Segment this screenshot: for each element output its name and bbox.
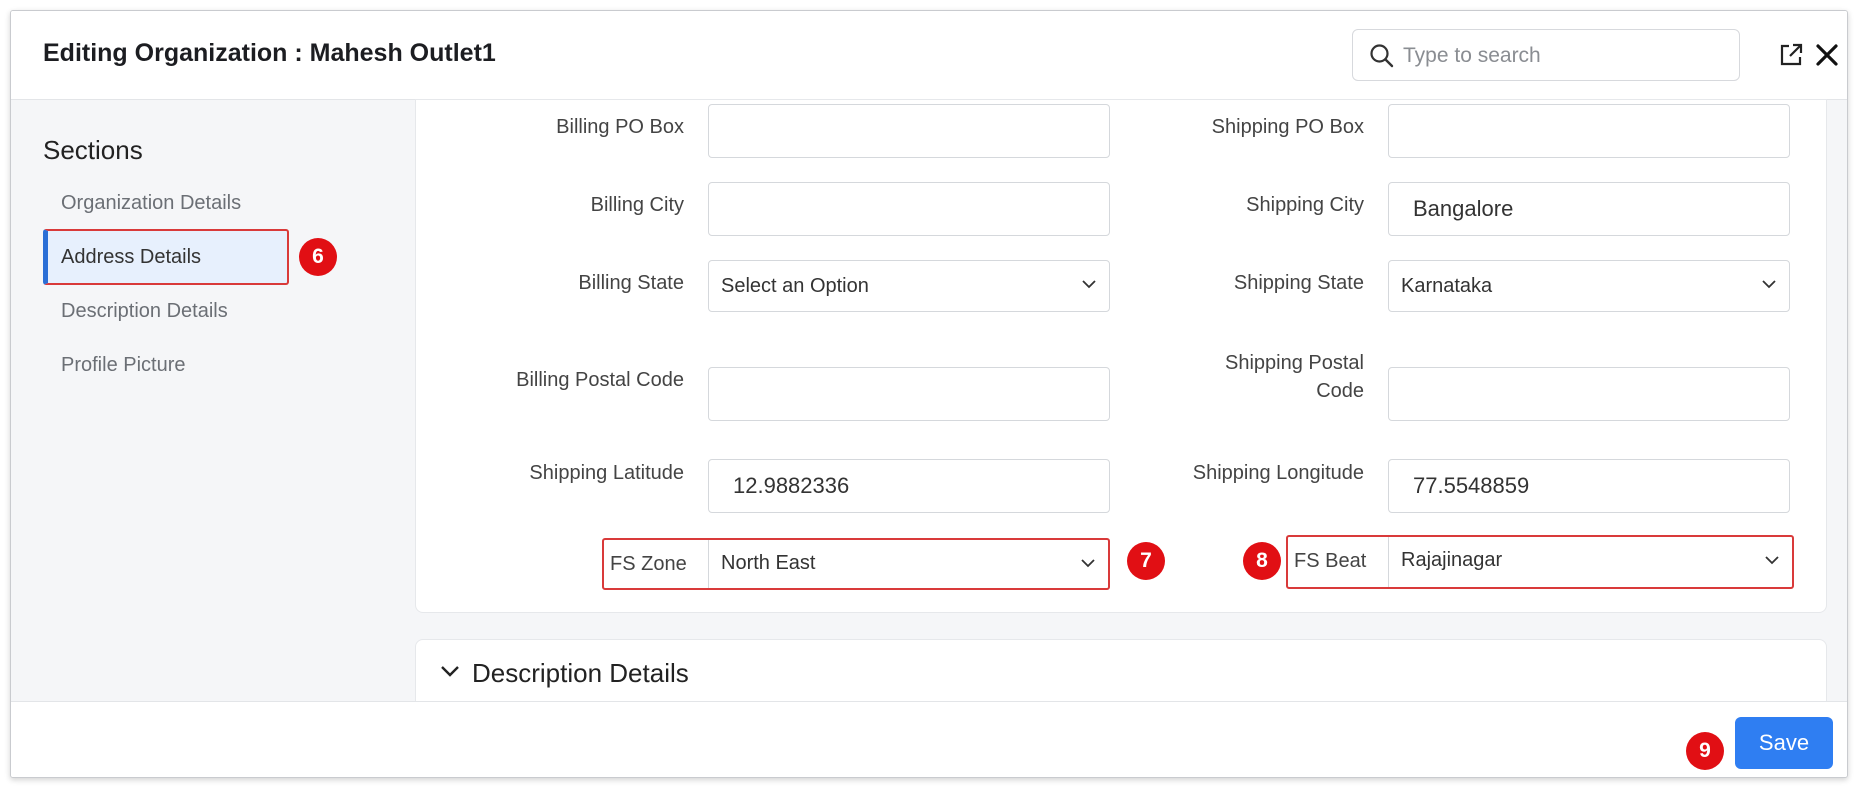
shipping-po-box-label: Shipping PO Box xyxy=(1211,116,1364,138)
shipping-city-input[interactable]: Bangalore xyxy=(1388,182,1790,236)
fs-beat-label: FS Beat xyxy=(1294,550,1367,572)
search-icon xyxy=(1370,44,1394,68)
sidebar-item-address-details[interactable]: Address Details xyxy=(43,229,289,285)
shipping-po-box-input[interactable] xyxy=(1388,104,1790,158)
fs-zone-value: North East xyxy=(721,552,816,574)
billing-state-label: Billing State xyxy=(578,272,684,294)
sidebar-item-profile-picture[interactable]: Profile Picture xyxy=(43,337,289,393)
fs-zone-label: FS Zone xyxy=(610,553,687,575)
shipping-city-label: Shipping City xyxy=(1246,194,1364,216)
sections-sidebar: Sections Organization Details Address De… xyxy=(11,99,411,699)
billing-city-input[interactable] xyxy=(708,182,1110,236)
fs-zone-select[interactable]: North East xyxy=(708,540,1108,588)
billing-state-value: Select an Option xyxy=(721,275,869,297)
shipping-latitude-label: Shipping Latitude xyxy=(529,462,684,484)
shipping-postal-code-label-line1: Shipping Postal xyxy=(1225,352,1364,374)
annotation-badge-6: 6 xyxy=(299,238,337,276)
search-input[interactable] xyxy=(1401,40,1725,72)
chevron-down-icon xyxy=(1765,556,1779,565)
edit-organization-modal: Editing Organization : Mahesh Outlet1 Se… xyxy=(10,10,1848,778)
fs-zone-field: FS Zone North East xyxy=(602,538,1110,590)
save-button[interactable]: Save xyxy=(1735,717,1833,769)
billing-postal-code-label: Billing Postal Code xyxy=(516,369,684,391)
description-details-title[interactable]: Description Details xyxy=(472,658,689,689)
annotation-badge-8: 8 xyxy=(1243,542,1281,580)
billing-state-select[interactable]: Select an Option xyxy=(708,260,1110,312)
shipping-state-value: Karnataka xyxy=(1401,275,1493,297)
chevron-down-icon xyxy=(1762,280,1776,289)
shipping-longitude-input[interactable]: 77.5548859 xyxy=(1388,459,1790,513)
shipping-state-label: Shipping State xyxy=(1233,272,1364,294)
chevron-down-icon xyxy=(1081,559,1095,568)
shipping-postal-code-label-line2: Code xyxy=(1316,380,1364,402)
shipping-longitude-label: Shipping Longitude xyxy=(1192,462,1364,484)
shipping-state-select[interactable]: Karnataka xyxy=(1388,260,1790,312)
page-title: Editing Organization : Mahesh Outlet1 xyxy=(43,39,496,67)
chevron-down-icon[interactable] xyxy=(440,664,460,678)
sections-title: Sections xyxy=(43,135,143,165)
billing-po-box-label: Billing PO Box xyxy=(556,116,684,138)
annotation-badge-9: 9 xyxy=(1686,732,1724,770)
close-icon[interactable] xyxy=(1815,43,1839,67)
billing-city-label: Billing City xyxy=(590,194,684,216)
shipping-postal-code-input[interactable] xyxy=(1388,367,1790,421)
sidebar-item-organization-details[interactable]: Organization Details xyxy=(43,175,289,231)
billing-postal-code-input[interactable] xyxy=(708,367,1110,421)
sidebar-item-description-details[interactable]: Description Details xyxy=(43,283,289,339)
modal-footer: 9 Save xyxy=(11,701,1847,777)
shipping-latitude-input[interactable]: 12.9882336 xyxy=(708,459,1110,513)
open-external-icon[interactable] xyxy=(1777,41,1805,69)
billing-po-box-input[interactable] xyxy=(708,104,1110,158)
fs-beat-field: FS Beat Rajajinagar xyxy=(1286,535,1794,589)
fs-beat-select[interactable]: Rajajinagar xyxy=(1388,537,1792,587)
annotation-badge-7: 7 xyxy=(1127,542,1165,580)
fs-beat-value: Rajajinagar xyxy=(1401,549,1503,571)
address-details-card: Billing PO Box Shipping PO Box Billing C… xyxy=(415,99,1827,613)
chevron-down-icon xyxy=(1082,280,1096,289)
modal-header: Editing Organization : Mahesh Outlet1 xyxy=(11,11,1847,100)
search-box[interactable] xyxy=(1352,29,1740,81)
